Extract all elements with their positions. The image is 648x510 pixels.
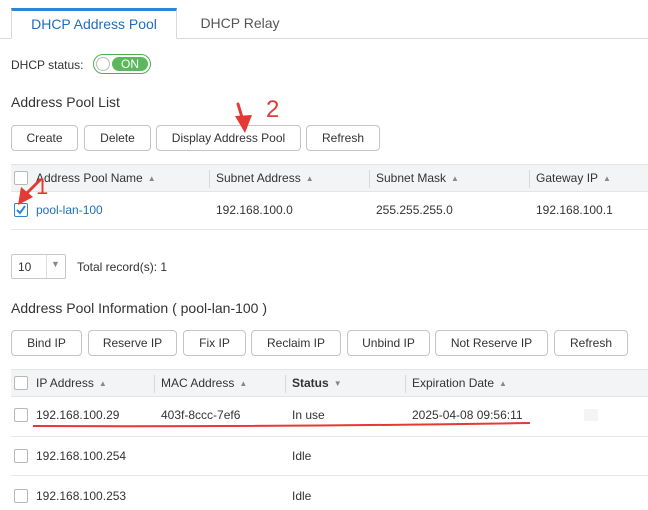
- annotation-underline: [32, 422, 531, 428]
- annotation-number-2: 2: [266, 96, 280, 123]
- annotation-overlay: [18, 102, 531, 428]
- annotation-number-1: 1: [36, 174, 49, 199]
- annotation-arrow-2: [235, 102, 252, 133]
